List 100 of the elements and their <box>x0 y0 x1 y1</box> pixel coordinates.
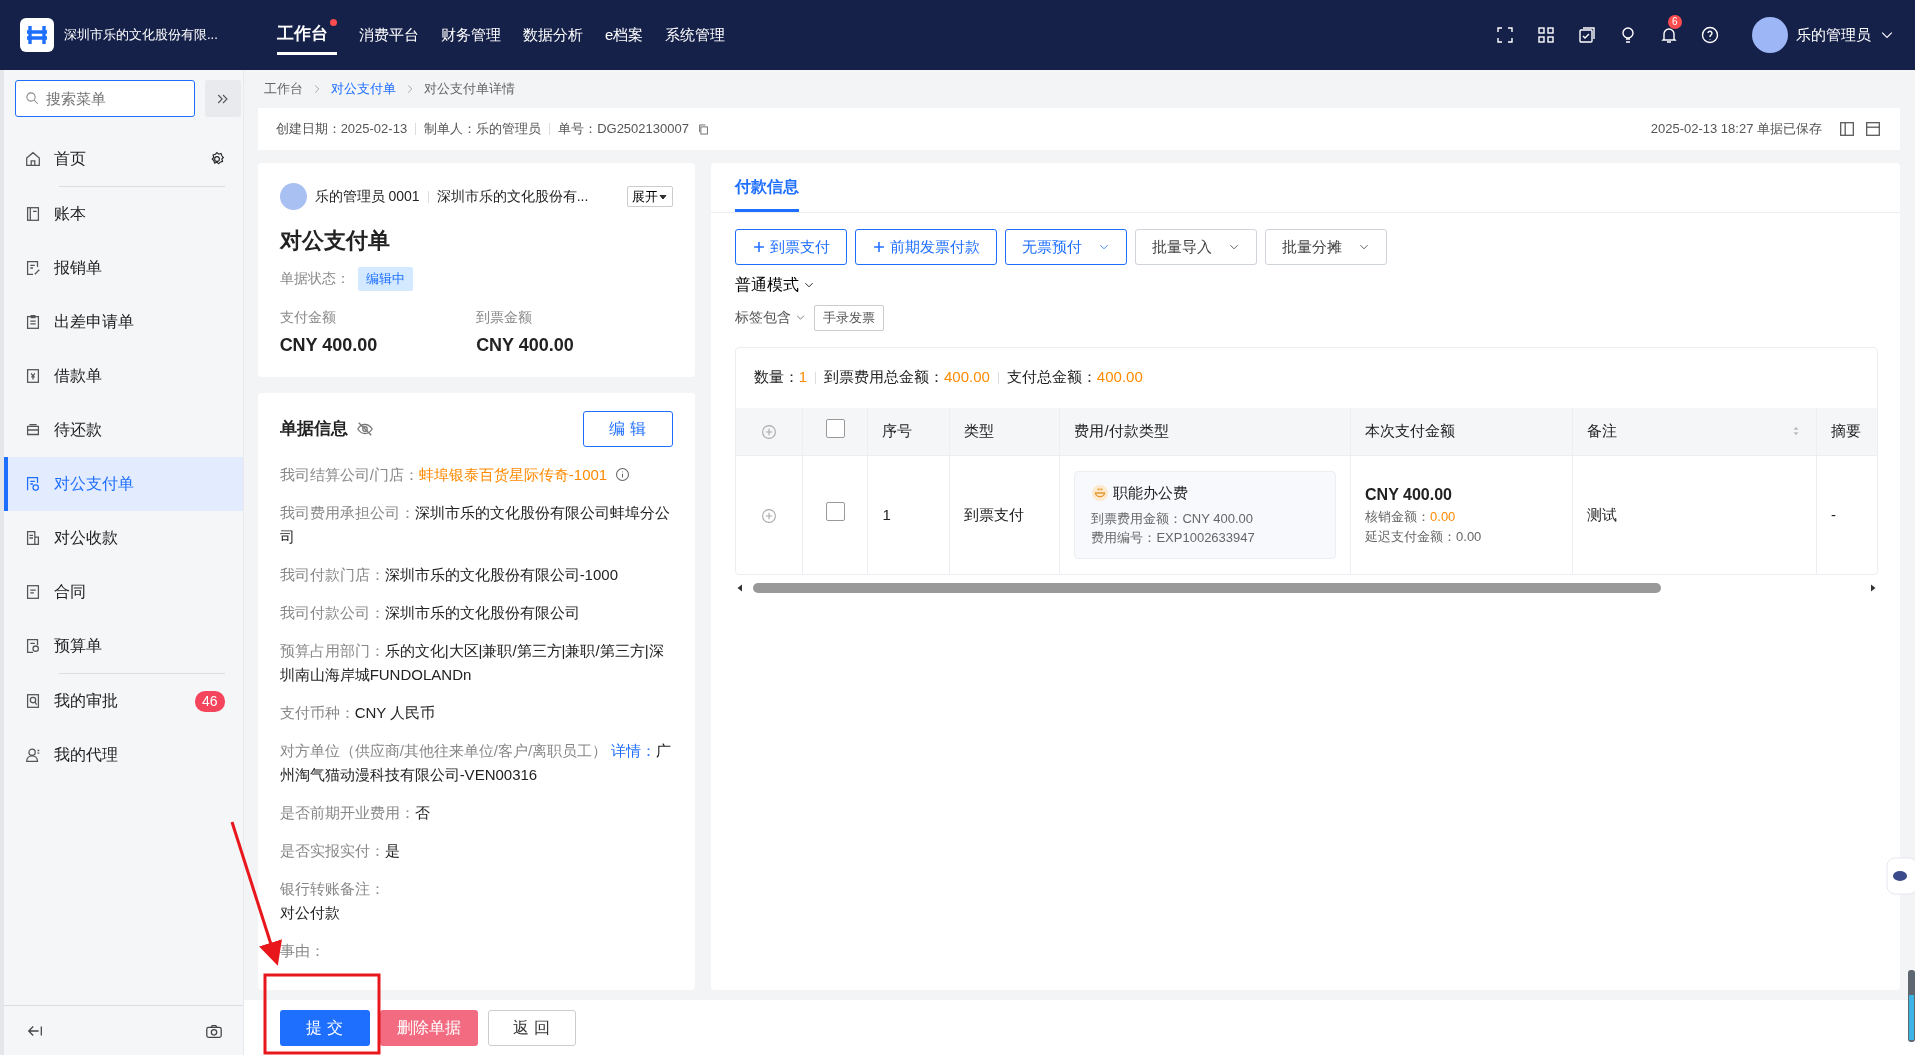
document-icon <box>24 637 42 655</box>
company-name: 深圳市乐的文化股份有... <box>436 187 589 206</box>
amount-label: 到票金额 <box>476 307 534 327</box>
nav-tab[interactable]: 消费平台 <box>359 17 419 53</box>
plus-icon <box>751 240 766 254</box>
table-cell: - <box>1830 505 1836 523</box>
panel-left-icon <box>1838 120 1856 138</box>
total-value: 1 <box>798 367 807 388</box>
document-icon <box>24 529 42 547</box>
breadcrumb-link[interactable]: 工作台 <box>263 79 303 99</box>
document-icon <box>24 583 42 601</box>
sidebar-item[interactable]: 账本 <box>4 187 243 241</box>
action-button[interactable]: 到票支付 <box>734 229 847 265</box>
user-name[interactable]: 乐的管理员 <box>1796 23 1871 47</box>
payment-amount: CNY 400.00 <box>1365 485 1453 506</box>
expand-button[interactable] <box>205 80 241 117</box>
action-button[interactable]: 批量导入 <box>1134 229 1257 265</box>
expense-amount: 到票费用金额：CNY 400.00 <box>1091 509 1255 528</box>
tag-filter-dropdown[interactable]: 标签包含 <box>734 307 806 329</box>
meta-text: 创建日期：2025-02-13 <box>275 120 408 139</box>
panel-top-icon <box>1864 120 1882 138</box>
sidebar-item[interactable]: 合同 <box>4 565 243 619</box>
user-name: 乐的管理员 0001 <box>314 187 420 206</box>
expense-code: 费用编号：EXP1002633947 <box>1091 529 1256 547</box>
nav-tab[interactable]: 数据分析 <box>523 17 583 53</box>
edit-button[interactable]: 编 辑 <box>582 410 673 447</box>
nav-tab[interactable]: 财务管理 <box>441 17 501 53</box>
tag-button[interactable]: 手录发票 <box>813 305 884 331</box>
sidebar-item[interactable]: 对公收款 <box>4 511 243 565</box>
expand-all-icon <box>760 424 777 441</box>
clipboard-icon <box>24 313 42 331</box>
sidebar-item[interactable]: 出差申请单 <box>4 295 243 349</box>
search-field[interactable]: 搜索菜单 <box>15 80 195 117</box>
table-cell: 测试 <box>1587 505 1618 523</box>
section-title: 单据信息 <box>279 417 348 440</box>
action-button[interactable]: 批量分摊 <box>1264 229 1387 265</box>
total-label: 数量： <box>753 367 799 388</box>
meta-text: 制单人：乐的管理员 <box>424 120 542 139</box>
person-icon <box>24 746 42 764</box>
edit-document-icon <box>24 259 42 277</box>
action-button[interactable]: 无票预付 <box>1004 229 1127 265</box>
field-text: 我司费用承担公司：深圳市乐的文化股份有限公司蚌埠分公司 <box>279 502 671 547</box>
sidebar-item[interactable]: 我的审批 46 <box>4 674 243 728</box>
action-button[interactable]: 前期发票付款 <box>854 229 997 265</box>
select-all-checkbox[interactable] <box>825 418 845 438</box>
column-header: 备注 <box>1587 421 1618 441</box>
field-text: 预算占用部门：乐的文化|大区|兼职/第三方|兼职/第三方|深圳南山海岸城FUNDOLANDn <box>279 640 665 685</box>
field-text: 是否前期开业费用：否 <box>279 802 431 823</box>
status-tag: 编辑中 <box>357 267 413 291</box>
help-icon <box>1700 25 1720 45</box>
writeoff-value: 0.00 <box>1430 508 1456 527</box>
breadcrumb-link[interactable]: 对公支付单 <box>330 79 396 99</box>
amount-value: CNY 400.00 <box>476 333 575 357</box>
nav-tab[interactable]: 工作台 <box>277 14 337 56</box>
row-checkbox[interactable] <box>825 502 845 521</box>
table-cell: 到票支付 <box>963 505 1024 523</box>
document-title: 对公支付单 <box>279 227 391 255</box>
notification-badge: 6 <box>1668 15 1682 29</box>
column-header: 本次支付金额 <box>1365 422 1456 439</box>
plus-icon <box>871 240 886 254</box>
save-status: 2025-02-13 18:27 单据已保存 <box>1650 120 1822 139</box>
home-icon <box>24 150 42 168</box>
expand-row-icon <box>760 507 777 524</box>
field-text: 支付币种：CNY 人民币 <box>279 702 437 723</box>
bowl-icon <box>1091 484 1110 503</box>
copy-icon <box>696 122 710 136</box>
column-header: 费用/付款类型 <box>1074 422 1169 439</box>
details-link[interactable]: 详情： <box>611 741 657 759</box>
sidebar-item[interactable]: 待还款 <box>4 403 243 457</box>
field-label: 事由： <box>279 940 326 961</box>
total-value: 400.00 <box>1096 367 1143 388</box>
mode-dropdown[interactable]: 普通模式 <box>734 273 815 297</box>
nav-tab[interactable]: e档案 <box>605 17 644 53</box>
breadcrumb-current: 对公支付单详情 <box>423 80 515 99</box>
sidebar-item[interactable]: 首页 <box>4 132 243 186</box>
field-label: 我司结算公司/门店： <box>279 464 419 485</box>
nav-tab[interactable]: 系统管理 <box>665 17 726 53</box>
book-icon <box>24 205 42 223</box>
scrollbar-thumb[interactable] <box>752 582 1661 593</box>
sidebar-item[interactable]: 我的代理 <box>4 728 243 782</box>
sidebar-item[interactable]: 对公支付单 <box>4 457 243 511</box>
sidebar-item[interactable]: 预算单 <box>4 619 243 673</box>
field-text: 对方单位（供应商/其他往来单位/客户/离职员工） 详情：广州淘气猫动漫科技有限公司-VEN00316 <box>279 740 673 785</box>
deferred-amount: 延迟支付金额：0.00 <box>1365 527 1483 546</box>
expense-name: 职能办公费 <box>1113 483 1189 503</box>
field-text: 我司付款公司：深圳市乐的文化股份有限公司 <box>279 602 581 623</box>
document-icon <box>24 475 42 493</box>
writeoff-label: 核销金额： <box>1365 508 1431 527</box>
avatar[interactable] <box>1752 17 1788 53</box>
amount-label: 支付金额 <box>279 307 337 327</box>
meta-text: 单号：DG2502130007 <box>558 120 689 139</box>
tab[interactable]: 付款信息 <box>734 163 799 212</box>
footer-button[interactable]: 返 回 <box>487 1009 576 1046</box>
expand-button[interactable]: 展开 <box>626 185 673 208</box>
column-header: 摘要 <box>1830 422 1861 439</box>
footer-button[interactable]: 提 交 <box>279 1009 370 1046</box>
sidebar-item[interactable]: 报销单 <box>4 241 243 295</box>
sidebar-item[interactable]: 借款单 <box>4 349 243 403</box>
checklist-icon <box>1577 25 1597 45</box>
fullscreen-icon <box>1495 25 1515 45</box>
